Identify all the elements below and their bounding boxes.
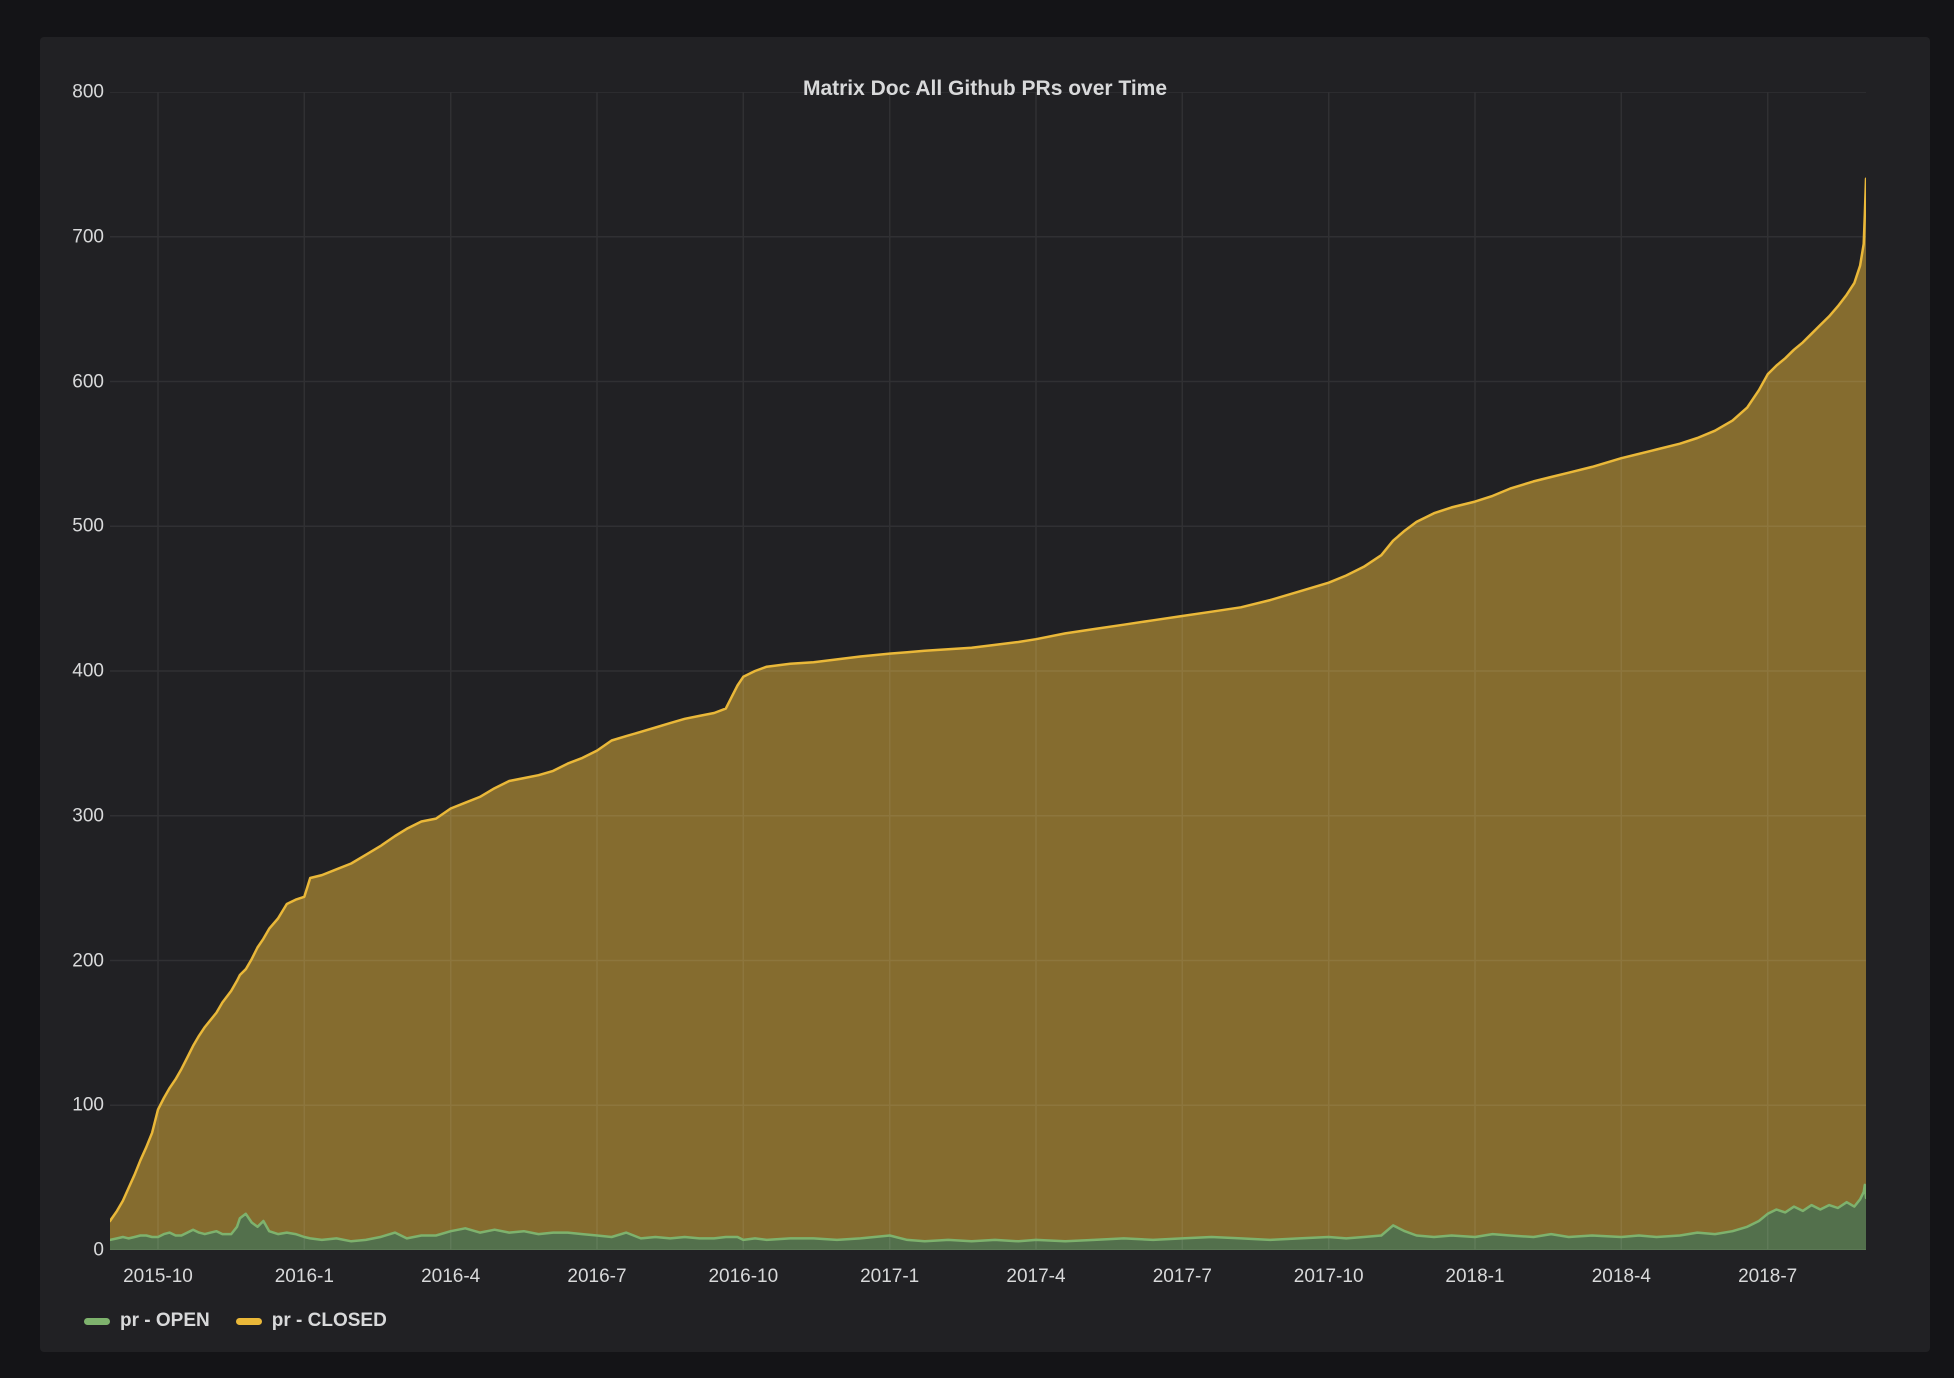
y-axis: 800 700 600 500 400 300 200 100 0 xyxy=(40,0,104,1378)
legend-item-closed[interactable]: pr - CLOSED xyxy=(236,1310,387,1332)
legend: pr - OPEN pr - CLOSED xyxy=(84,1305,387,1337)
x-tick-label: 2018-1 xyxy=(1445,1266,1504,1288)
y-tick-label: 100 xyxy=(40,1096,104,1115)
legend-label-open: pr - OPEN xyxy=(120,1310,210,1332)
x-tick-label: 2018-7 xyxy=(1738,1266,1797,1288)
x-axis: 2015-10 2016-1 2016-4 2016-7 2016-10 2017-1 20… xyxy=(0,1266,1954,1296)
legend-item-open[interactable]: pr - OPEN xyxy=(84,1310,210,1332)
x-tick-label: 2015-10 xyxy=(123,1266,193,1288)
x-tick-label: 2016-1 xyxy=(275,1266,334,1288)
x-tick-label: 2017-4 xyxy=(1006,1266,1065,1288)
closed-area xyxy=(110,179,1866,1242)
y-tick-label: 800 xyxy=(40,83,104,102)
y-tick-label: 700 xyxy=(40,227,104,246)
y-tick-label: 300 xyxy=(40,806,104,825)
x-tick-label: 2018-4 xyxy=(1592,1266,1651,1288)
chart-svg xyxy=(110,92,1866,1250)
y-tick-label: 0 xyxy=(40,1241,104,1260)
chart-plot-area[interactable] xyxy=(110,92,1866,1250)
y-tick-label: 500 xyxy=(40,517,104,536)
x-tick-label: 2017-10 xyxy=(1294,1266,1364,1288)
y-tick-label: 400 xyxy=(40,662,104,681)
open-series-swatch-icon xyxy=(84,1318,110,1325)
x-tick-label: 2017-7 xyxy=(1153,1266,1212,1288)
y-tick-label: 200 xyxy=(40,951,104,970)
closed-series-swatch-icon xyxy=(236,1318,262,1325)
x-tick-label: 2016-7 xyxy=(567,1266,626,1288)
legend-label-closed: pr - CLOSED xyxy=(272,1310,387,1332)
x-tick-label: 2017-1 xyxy=(860,1266,919,1288)
y-tick-label: 600 xyxy=(40,372,104,391)
x-tick-label: 2016-4 xyxy=(421,1266,480,1288)
x-tick-label: 2016-10 xyxy=(708,1266,778,1288)
